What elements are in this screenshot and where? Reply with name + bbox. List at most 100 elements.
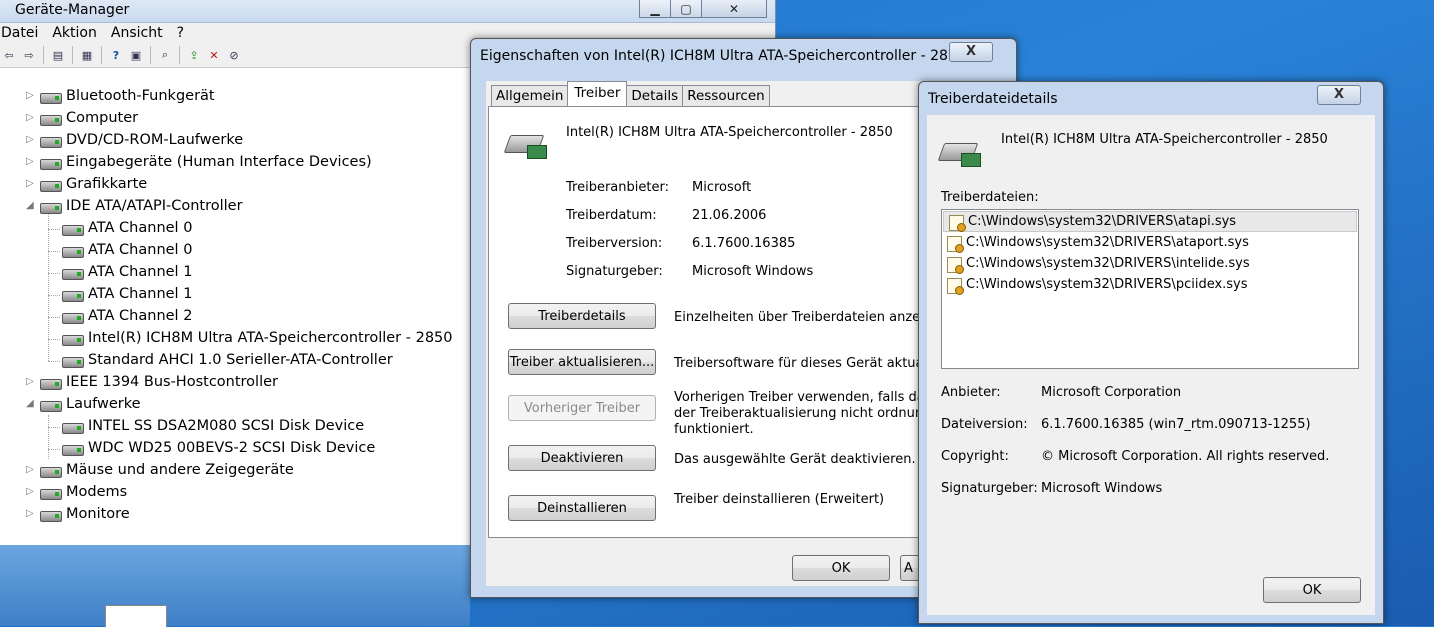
tree-category[interactable]: ▷ Mäuse und andere Zeigegeräte bbox=[0, 460, 475, 482]
collapse-icon[interactable]: ◢ bbox=[26, 201, 34, 211]
device-manager-titlebar[interactable]: Geräte-Manager ▁ ▢ ✕ bbox=[0, 0, 775, 23]
driver-file-icon bbox=[947, 236, 964, 253]
tree-category[interactable]: ▷ Eingabegeräte (Human Interface Devices) bbox=[0, 152, 475, 174]
tab-driver[interactable]: Treiber bbox=[567, 81, 628, 106]
tree-device[interactable]: ATA Channel 0 bbox=[0, 218, 475, 240]
menu-help[interactable]: ? bbox=[176, 25, 192, 41]
device-tree: ▷ Bluetooth-Funkgerät ▷ Computer ▷ DVD/CD-ROM… bbox=[0, 86, 475, 526]
driver-file-details-dialog: Treiberdateidetails X Intel(R) ICH8M Ult… bbox=[918, 81, 1384, 624]
tab-resources[interactable]: Ressourcen bbox=[682, 85, 770, 106]
menu-file[interactable]: Datei bbox=[0, 25, 46, 41]
tree-category[interactable]: ▷ Monitore bbox=[0, 504, 475, 526]
tree-category[interactable]: ▷ DVD/CD-ROM-Laufwerke bbox=[0, 130, 475, 152]
help-icon[interactable]: ? bbox=[107, 46, 125, 64]
back-icon[interactable]: ⇦ bbox=[0, 46, 18, 64]
view-icon[interactable]: ▣ bbox=[127, 46, 145, 64]
tree-device[interactable]: ATA Channel 0 bbox=[0, 240, 475, 262]
tree-category[interactable]: ▷ IEEE 1394 Bus-Hostcontroller bbox=[0, 372, 475, 394]
details-ok-button[interactable]: OK bbox=[1263, 577, 1361, 603]
expand-icon[interactable]: ▷ bbox=[26, 135, 34, 145]
driver-file-icon bbox=[947, 257, 964, 274]
driver-files-list[interactable]: C:\Windows\system32\DRIVERS\atapi.sys C:… bbox=[941, 209, 1359, 369]
tree-item-label: IEEE 1394 Bus-Hostcontroller bbox=[66, 374, 278, 390]
tree-category[interactable]: ▷ Modems bbox=[0, 482, 475, 504]
list-item[interactable]: C:\Windows\system32\DRIVERS\atapi.sys bbox=[943, 211, 1357, 232]
driver-details-button[interactable]: Treiberdetails bbox=[508, 303, 656, 329]
expand-icon[interactable]: ▷ bbox=[26, 113, 34, 123]
info-label: Anbieter: bbox=[941, 385, 1001, 400]
toolbar-separator bbox=[101, 46, 102, 64]
tree-category[interactable]: ◢ Laufwerke bbox=[0, 394, 475, 416]
tree-category[interactable]: ▷ Grafikkarte bbox=[0, 174, 475, 196]
disk-drive-icon bbox=[40, 401, 62, 412]
console-tree-icon[interactable]: ▤ bbox=[49, 46, 67, 64]
tree-item-label: Monitore bbox=[66, 506, 130, 522]
tree-item-label: Modems bbox=[66, 484, 128, 500]
device-name: Intel(R) ICH8M Ultra ATA-Speichercontrol… bbox=[566, 125, 893, 140]
details-close-button[interactable]: X bbox=[1317, 85, 1361, 105]
expand-icon[interactable]: ▷ bbox=[26, 509, 34, 519]
tree-item-label: DVD/CD-ROM-Laufwerke bbox=[66, 132, 244, 148]
driver-tab-panel: Intel(R) ICH8M Ultra ATA-Speichercontrol… bbox=[488, 106, 990, 538]
expand-icon[interactable]: ▷ bbox=[26, 157, 34, 167]
device-name: Intel(R) ICH8M Ultra ATA-Speichercontrol… bbox=[1001, 132, 1328, 147]
expand-icon[interactable]: ▷ bbox=[26, 487, 34, 497]
tree-category[interactable]: ▷ Bluetooth-Funkgerät bbox=[0, 86, 475, 108]
copyright-value: © Microsoft Corporation. All rights rese… bbox=[1041, 449, 1330, 464]
expand-icon[interactable]: ▷ bbox=[26, 465, 34, 475]
tree-guide bbox=[48, 427, 60, 428]
close-button[interactable]: ✕ bbox=[701, 0, 767, 18]
tree-category[interactable]: ▷ Computer bbox=[0, 108, 475, 130]
uninstall-button[interactable]: Deinstallieren bbox=[508, 495, 656, 521]
update-driver-icon[interactable]: ⇪ bbox=[185, 46, 203, 64]
tree-item-label: Mäuse und andere Zeigegeräte bbox=[66, 462, 294, 478]
expand-icon[interactable]: ▷ bbox=[26, 377, 34, 387]
menu-action[interactable]: Aktion bbox=[51, 25, 105, 41]
tree-device[interactable]: INTEL SS DSA2M080 SCSI Disk Device bbox=[0, 416, 475, 438]
desktop-icon[interactable] bbox=[105, 605, 167, 627]
uninstall-icon[interactable]: ✕ bbox=[205, 46, 223, 64]
toolbar-separator bbox=[150, 46, 151, 64]
maximize-button[interactable]: ▢ bbox=[670, 0, 702, 18]
collapse-icon[interactable]: ◢ bbox=[26, 399, 34, 409]
hid-icon bbox=[40, 159, 62, 170]
tree-device[interactable]: Standard AHCI 1.0 Serieller-ATA-Controll… bbox=[0, 350, 475, 372]
tree-item-label: ATA Channel 0 bbox=[88, 220, 193, 236]
tree-device[interactable]: WDC WD25 00BEVS-2 SCSI Disk Device bbox=[0, 438, 475, 460]
list-item[interactable]: C:\Windows\system32\DRIVERS\ataport.sys bbox=[942, 233, 1358, 254]
forward-icon[interactable]: ⇨ bbox=[20, 46, 38, 64]
list-item[interactable]: C:\Windows\system32\DRIVERS\pciidex.sys bbox=[942, 275, 1358, 296]
ok-button[interactable]: OK bbox=[792, 555, 890, 581]
tab-general[interactable]: Allgemein bbox=[491, 85, 569, 106]
driver-provider-value: Microsoft bbox=[692, 180, 752, 195]
tree-device[interactable]: ATA Channel 1 bbox=[0, 284, 475, 306]
properties-icon[interactable]: ▦ bbox=[78, 46, 96, 64]
disable-icon[interactable]: ⊘ bbox=[225, 46, 243, 64]
modem-icon bbox=[40, 489, 62, 500]
monitor-icon bbox=[40, 511, 62, 522]
expand-icon[interactable]: ▷ bbox=[26, 179, 34, 189]
list-item[interactable]: C:\Windows\system32\DRIVERS\intelide.sys bbox=[942, 254, 1358, 275]
tree-item-label: ATA Channel 2 bbox=[88, 308, 193, 324]
desktop-background bbox=[0, 545, 470, 627]
ide-controller-icon bbox=[62, 291, 84, 302]
ide-controller-icon bbox=[62, 357, 84, 368]
tree-device[interactable]: ATA Channel 1 bbox=[0, 262, 475, 284]
expand-icon[interactable]: ▷ bbox=[26, 91, 34, 101]
minimize-button[interactable]: ▁ bbox=[639, 0, 671, 18]
menu-view[interactable]: Ansicht bbox=[110, 25, 171, 41]
tree-guide bbox=[48, 295, 60, 296]
driver-file-icon bbox=[949, 215, 966, 232]
toolbar-separator bbox=[72, 46, 73, 64]
disable-button[interactable]: Deaktivieren bbox=[508, 445, 656, 471]
update-driver-button[interactable]: Treiber aktualisieren... bbox=[508, 349, 656, 375]
digital-signer-value: Microsoft Windows bbox=[1041, 481, 1163, 496]
tree-device[interactable]: Intel(R) ICH8M Ultra ATA-Speichercontrol… bbox=[0, 328, 475, 350]
tree-device[interactable]: ATA Channel 2 bbox=[0, 306, 475, 328]
tab-details[interactable]: Details bbox=[626, 85, 684, 106]
tree-guide bbox=[48, 317, 60, 318]
roll-back-driver-button[interactable]: Vorheriger Treiber bbox=[508, 395, 656, 421]
properties-close-button[interactable]: X bbox=[949, 42, 993, 62]
tree-category[interactable]: ◢ IDE ATA/ATAPI-Controller bbox=[0, 196, 475, 218]
scan-hardware-icon[interactable]: ⌕ bbox=[156, 46, 174, 64]
